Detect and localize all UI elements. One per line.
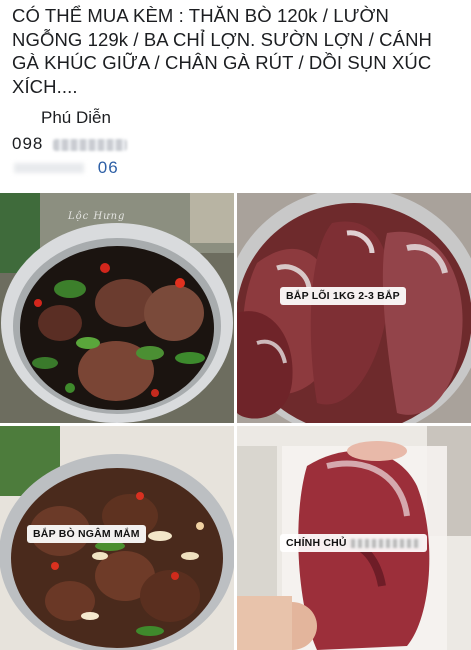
photo-tile-1[interactable]: Lộc Hưng (0, 193, 234, 423)
photo-tile-3[interactable]: BẮP BÒ NGÂM MẮM (0, 426, 234, 650)
photo-tile-4[interactable]: CHÍNH CHỦ (237, 426, 471, 650)
location-label: Phú Diễn (41, 108, 111, 127)
caption-redacted (350, 538, 421, 548)
beef-pot-photo (0, 193, 234, 423)
phone-start: 098 (12, 134, 44, 153)
phone-number[interactable]: 098 (12, 134, 128, 154)
photo-watermark: Lộc Hưng (68, 211, 126, 222)
photo-grid: Lộc Hưng BẮP LÕI 1KG 2-3 BẮP BẮP BÒ NGÂM… (0, 193, 471, 650)
photo-tile-2[interactable]: BẮP LÕI 1KG 2-3 BẮP (237, 193, 471, 423)
photo-caption: BẮP BÒ NGÂM MẮM (27, 525, 146, 543)
phone-number-end[interactable]: 06 (14, 158, 119, 178)
post-body-text: CÓ THỂ MUA KÈM : THĂN BÒ 120k / LƯỜN NGỖ… (12, 5, 433, 97)
phone-end: 06 (97, 158, 119, 177)
photo-caption: BẮP LÕI 1KG 2-3 BẮP (280, 287, 406, 305)
photo-caption: CHÍNH CHỦ (280, 534, 427, 552)
phone-redacted (53, 138, 128, 151)
phone-redacted-2 (14, 163, 84, 173)
location-line: Phú Diễn (41, 108, 111, 128)
raw-beef-photo (237, 193, 471, 423)
caption-text: CHÍNH CHỦ (286, 537, 347, 549)
